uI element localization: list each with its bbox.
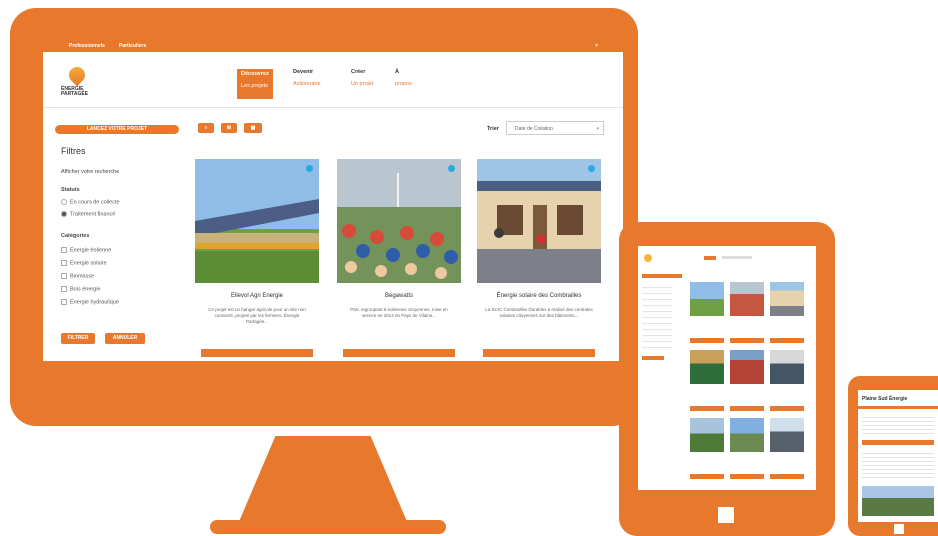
phone-frame: Plaine Sud Énergie	[848, 376, 938, 536]
tablet-card-bar	[730, 474, 764, 479]
tablet-home-button	[718, 507, 734, 523]
category-wood[interactable]: Bois énergie	[61, 286, 101, 292]
project-progress-bar	[201, 349, 313, 357]
project-title: Ellevol Agri Energie	[230, 293, 284, 299]
project-photo	[337, 159, 461, 283]
tablet-nav	[722, 256, 752, 259]
project-title: Énergie solaire des Combrailles	[496, 293, 582, 299]
category-biomass[interactable]: Biomasse	[61, 273, 94, 279]
project-card[interactable]: Énergie solaire des Combrailles La SCIC …	[477, 159, 601, 359]
list-view-button[interactable]: ≡	[198, 123, 214, 133]
category-hydro[interactable]: Énergie hydraulique	[61, 299, 119, 305]
tablet-nav-active	[704, 256, 716, 260]
project-card[interactable]: Begawatts Parc regroupant 6 éoliennes ci…	[337, 159, 461, 359]
tablet-thumb	[690, 282, 724, 316]
project-description: Parc regroupant 6 éoliennes citoyennes, …	[350, 307, 448, 318]
tablet-launch-button	[642, 274, 682, 278]
desktop-screen: Professionnels Particuliers × ÉNERGIE PAR…	[43, 41, 623, 361]
tablet-screen	[638, 246, 816, 498]
tablet-frame	[619, 222, 835, 536]
project-description: La SCIC Combrailles Durables a réalisé d…	[485, 307, 593, 318]
tablet-card-bar	[690, 338, 724, 343]
tablet-card-bar	[770, 338, 804, 343]
map-view-button[interactable]: ▦	[244, 123, 262, 133]
tablet-card-bar	[690, 406, 724, 411]
logo-mark-icon	[65, 63, 89, 87]
status-option-funded[interactable]: Traitement financé	[61, 211, 115, 217]
filter-button[interactable]: FILTRER	[61, 333, 95, 344]
tablet-thumb	[730, 282, 764, 316]
tablet-thumb	[730, 350, 764, 384]
status-badge	[448, 165, 455, 172]
grid-view-button[interactable]: ⊞	[221, 123, 237, 133]
header-divider	[43, 107, 623, 108]
nav-item-create[interactable]: Créer Un projet	[351, 69, 373, 95]
project-photo	[195, 159, 319, 283]
status-option-ongoing[interactable]: En cours de collecte	[61, 199, 120, 205]
topbar-link-professionals[interactable]: Professionnels	[69, 43, 105, 49]
top-bar: Professionnels Particuliers ×	[43, 41, 623, 52]
monitor-stand-base	[210, 520, 446, 534]
phone-cta-button	[862, 440, 934, 445]
phone-screen: Plaine Sud Énergie	[858, 390, 938, 522]
phone-home-button	[894, 524, 904, 534]
checkbox-icon	[61, 299, 67, 305]
category-solar[interactable]: Énergie solaire	[61, 260, 107, 266]
radio-icon	[61, 199, 67, 205]
phone-accent-bar	[858, 406, 938, 409]
reset-button[interactable]: ANNULER	[105, 333, 145, 344]
tablet-card-bar	[770, 474, 804, 479]
status-badge	[306, 165, 313, 172]
project-photo	[477, 159, 601, 283]
status-badge	[588, 165, 595, 172]
logo-wordmark: ÉNERGIE PARTAGÉE	[61, 86, 89, 97]
sort-label: Trier	[487, 126, 499, 132]
categories-heading: Catégories	[61, 233, 90, 239]
phone-project-title: Plaine Sud Énergie	[862, 396, 908, 402]
tablet-thumb	[770, 350, 804, 384]
tablet-thumb	[730, 418, 764, 452]
site-logo[interactable]: ÉNERGIE PARTAGÉE	[61, 63, 95, 105]
checkbox-icon	[61, 247, 67, 253]
monitor-stand-neck	[238, 436, 408, 524]
project-title: Begawatts	[384, 293, 414, 299]
tablet-thumb	[690, 350, 724, 384]
tablet-card-bar	[770, 406, 804, 411]
phone-photo	[862, 486, 934, 516]
nav-item-discover[interactable]: Découvrez Les projets	[237, 69, 273, 99]
filters-title: Filtres	[61, 146, 86, 156]
category-wind[interactable]: Énergie éolienne	[61, 247, 111, 253]
tablet-thumb	[690, 418, 724, 452]
phone-text-block	[862, 414, 934, 434]
sort-select[interactable]: Date de Création	[506, 121, 604, 136]
tablet-card-bar	[730, 406, 764, 411]
project-card[interactable]: Ellevol Agri Energie Ce projet est un ha…	[195, 159, 319, 359]
tablet-thumb	[770, 282, 804, 316]
status-heading: Statuts	[61, 187, 80, 193]
checkbox-icon	[61, 286, 67, 292]
checkbox-icon	[61, 273, 67, 279]
topbar-link-individuals[interactable]: Particuliers	[119, 43, 146, 49]
radio-checked-icon	[61, 211, 67, 217]
tablet-thumb	[770, 418, 804, 452]
nav-item-become[interactable]: Devenir Actionnaire	[293, 69, 321, 95]
launch-project-button[interactable]: LANCEZ VOTRE PROJET	[55, 125, 179, 134]
phone-text-block	[862, 450, 934, 480]
project-progress-bar	[343, 349, 455, 357]
close-icon[interactable]: ×	[595, 43, 598, 49]
tablet-card-bar	[730, 338, 764, 343]
desktop-monitor-frame: Professionnels Particuliers × ÉNERGIE PAR…	[10, 8, 638, 426]
show-all-link[interactable]: Afficher votre recherche	[61, 169, 119, 175]
tablet-filters	[642, 282, 672, 352]
project-progress-bar	[483, 349, 595, 357]
project-description: Ce projet est un hangar agricole pour un…	[208, 307, 306, 324]
nav-item-about[interactable]: À propos	[395, 69, 412, 95]
tablet-filter-button	[642, 356, 664, 360]
checkbox-icon	[61, 260, 67, 266]
tablet-logo-icon	[644, 254, 652, 262]
tablet-card-bar	[690, 474, 724, 479]
tablet-footer	[638, 490, 816, 498]
